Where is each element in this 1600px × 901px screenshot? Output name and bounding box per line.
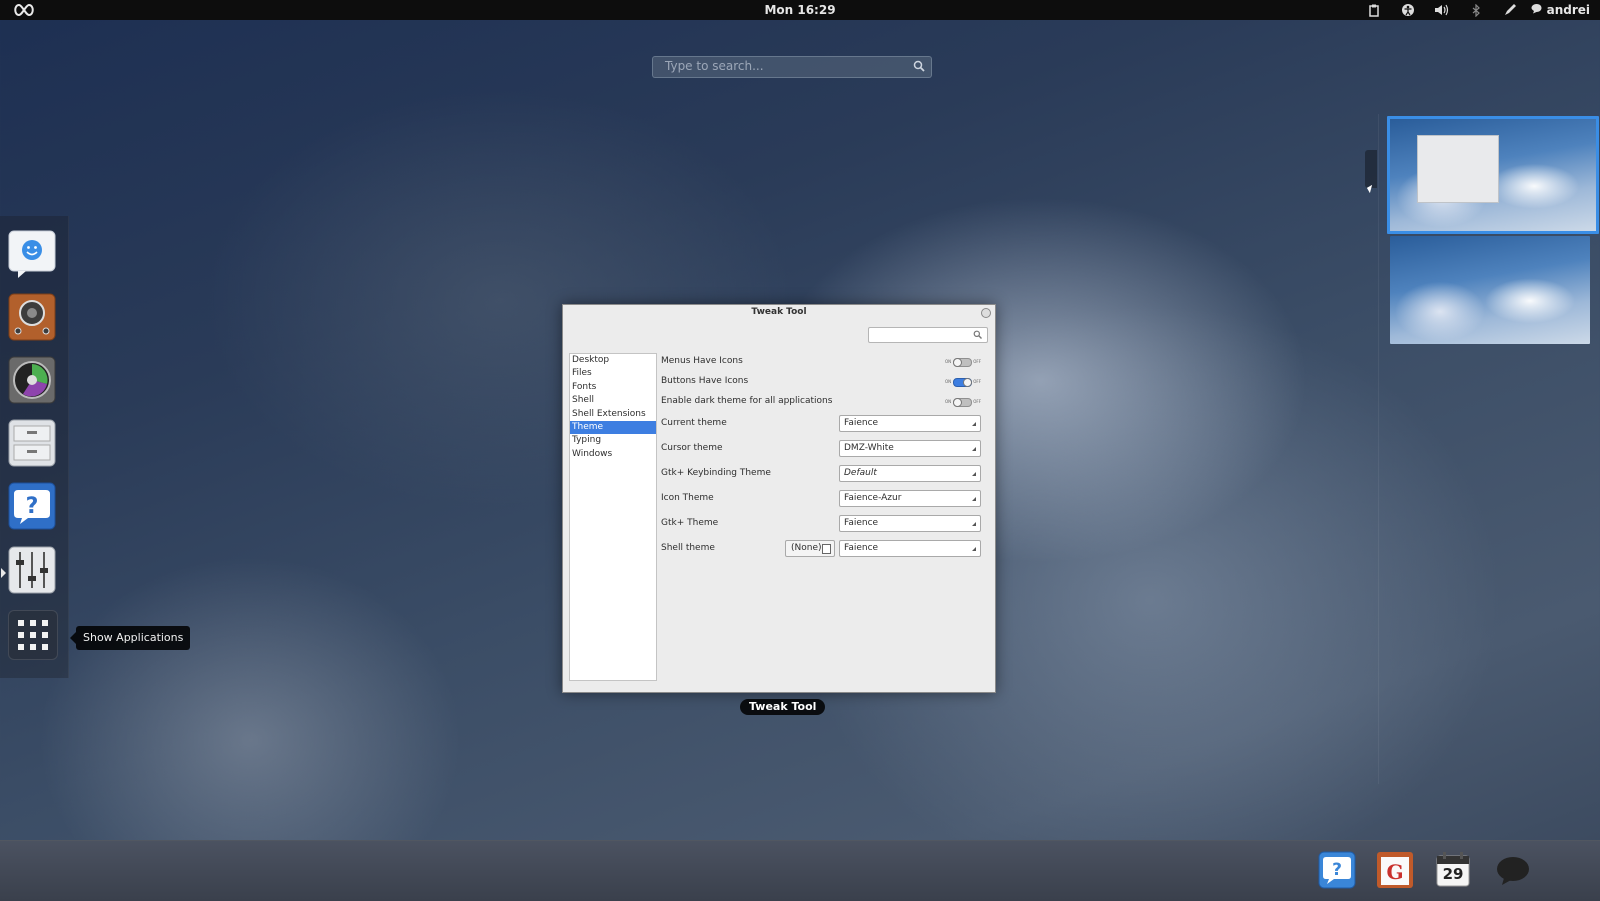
workspace-thumbnail-2[interactable] — [1390, 236, 1590, 344]
setting-row: Cursor theme DMZ-White — [661, 440, 987, 458]
empathy-chat-icon[interactable] — [8, 230, 56, 278]
calendar-day: 29 — [1442, 865, 1464, 883]
user-menu[interactable]: andrei — [1527, 3, 1590, 17]
chat-bubble-icon — [1531, 3, 1542, 17]
disk-usage-icon[interactable] — [8, 356, 56, 404]
workspace-thumbnail-1[interactable] — [1387, 116, 1599, 234]
speaker-settings-icon[interactable] — [8, 293, 56, 341]
system-tray: andrei — [1357, 0, 1590, 20]
user-name: andrei — [1546, 3, 1590, 17]
running-indicator — [1, 568, 6, 578]
sidebar-item-desktop[interactable]: Desktop — [570, 354, 656, 367]
setting-row: Gtk+ Theme Faience — [661, 515, 987, 533]
setting-label: Buttons Have Icons — [661, 376, 749, 386]
show-applications-tooltip: Show Applications — [69, 626, 191, 650]
svg-text:?: ? — [1332, 860, 1342, 880]
grid-icon — [18, 620, 48, 650]
bluetooth-icon[interactable] — [1459, 0, 1493, 20]
gtk-theme-select[interactable]: Faience — [839, 515, 981, 532]
dropdown-arrow-icon — [972, 497, 976, 501]
dropdown-arrow-icon — [972, 447, 976, 451]
setting-row: Enable dark theme for all applications O… — [661, 393, 987, 411]
setting-row: Menus Have Icons ON OFF — [661, 353, 987, 371]
file-icon — [822, 544, 831, 554]
workspace-edge-handle[interactable] — [1365, 150, 1377, 188]
setting-label: Icon Theme — [661, 493, 714, 503]
dropdown-arrow-icon — [972, 422, 976, 426]
setting-row: Shell theme (None) Faience — [661, 540, 987, 558]
dropdown-arrow-icon — [972, 522, 976, 526]
svg-text:?: ? — [26, 494, 39, 519]
setting-row: Icon Theme Faience-Azur — [661, 490, 987, 508]
shell-theme-select[interactable]: Faience — [839, 540, 981, 557]
sidebar-item-files[interactable]: Files — [570, 367, 656, 380]
search-input[interactable]: Type to search... — [652, 56, 932, 78]
top-bar: Mon 16:29 andrei — [0, 0, 1600, 20]
search-placeholder: Type to search... — [665, 59, 764, 73]
show-applications-button[interactable] — [8, 610, 58, 660]
setting-label: Current theme — [661, 418, 727, 428]
cursor-theme-select[interactable]: DMZ-White — [839, 440, 981, 457]
window-caption: Tweak Tool — [740, 699, 826, 715]
current-theme-select[interactable]: Faience — [839, 415, 981, 432]
icon-theme-select[interactable]: Faience-Azur — [839, 490, 981, 507]
keybinding-theme-select[interactable]: Default — [839, 465, 981, 482]
workspace-window-preview — [1417, 135, 1499, 203]
gmail-icon[interactable]: G — [1376, 851, 1414, 889]
dropdown-arrow-icon — [972, 472, 976, 476]
chat-status-icon[interactable] — [1494, 851, 1532, 889]
sidebar-item-windows[interactable]: Windows — [570, 448, 656, 461]
category-list: Desktop Files Fonts Shell Shell Extensio… — [569, 353, 657, 681]
file-manager-icon[interactable] — [8, 419, 56, 467]
clipboard-icon[interactable] — [1357, 0, 1391, 20]
setting-label: Cursor theme — [661, 443, 723, 453]
menus-have-icons-switch[interactable]: ON OFF — [945, 357, 981, 367]
setting-label: Enable dark theme for all applications — [661, 396, 833, 406]
setting-row: Buttons Have Icons ON OFF — [661, 373, 987, 391]
setting-label: Gtk+ Theme — [661, 518, 719, 528]
dark-theme-switch[interactable]: ON OFF — [945, 397, 981, 407]
calendar-icon[interactable]: 29 — [1434, 851, 1472, 889]
volume-icon[interactable] — [1425, 0, 1459, 20]
help-icon[interactable]: ? — [1318, 851, 1356, 889]
sidebar-item-shell-extensions[interactable]: Shell Extensions — [570, 408, 656, 421]
settings-search-input[interactable] — [868, 327, 988, 343]
search-icon — [973, 330, 982, 342]
sound-mixer-icon[interactable] — [8, 546, 56, 594]
close-icon[interactable] — [981, 308, 991, 318]
window-title[interactable]: Tweak Tool — [563, 305, 995, 319]
help-icon[interactable]: ? — [8, 482, 56, 530]
sidebar-item-typing[interactable]: Typing — [570, 434, 656, 447]
setting-label: Shell theme — [661, 543, 715, 553]
setting-label: Menus Have Icons — [661, 356, 743, 366]
bottom-panel: ? G 29 — [0, 840, 1600, 901]
buttons-have-icons-switch[interactable]: ON OFF — [945, 377, 981, 387]
sidebar-item-theme[interactable]: Theme — [570, 420, 656, 435]
accessibility-icon[interactable] — [1391, 0, 1425, 20]
sidebar-item-fonts[interactable]: Fonts — [570, 381, 656, 394]
setting-label: Gtk+ Keybinding Theme — [661, 468, 771, 478]
svg-text:G: G — [1386, 860, 1403, 884]
setting-row: Current theme Faience — [661, 415, 987, 433]
pen-icon[interactable] — [1493, 0, 1527, 20]
shell-theme-file-button[interactable]: (None) — [785, 540, 835, 557]
settings-content: Menus Have Icons ON OFF Buttons Have Ico… — [661, 353, 987, 679]
tweak-tool-window[interactable]: Tweak Tool Desktop Files Fonts Shell She… — [562, 304, 996, 693]
sidebar-item-shell[interactable]: Shell — [570, 394, 656, 407]
dropdown-arrow-icon — [972, 547, 976, 551]
search-icon — [913, 60, 925, 75]
setting-row: Gtk+ Keybinding Theme Default — [661, 465, 987, 483]
